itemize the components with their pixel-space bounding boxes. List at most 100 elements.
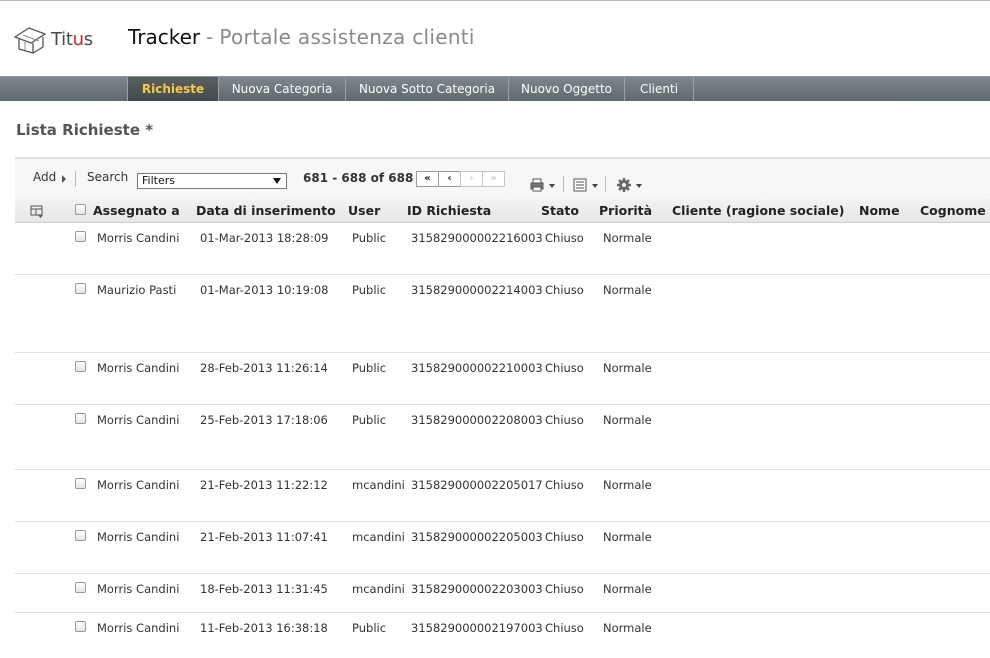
cell-priorita: Normale (603, 621, 652, 635)
list-icon[interactable] (573, 178, 587, 192)
nav-tab-nuova-sotto-categoria[interactable]: Nuova Sotto Categoria (346, 77, 509, 101)
cell-user: Public (352, 361, 387, 375)
row-checkbox[interactable] (75, 361, 86, 372)
column-header-user[interactable]: User (348, 203, 380, 218)
next-page-button[interactable]: › (460, 171, 483, 187)
app-title-separator: - (206, 25, 214, 49)
cell-stato: Chiuso (545, 231, 584, 245)
gear-icon[interactable] (616, 177, 632, 193)
column-header-id-richiesta[interactable]: ID Richiesta (407, 203, 491, 218)
cell-stato: Chiuso (545, 283, 584, 297)
toolbar-divider (75, 171, 76, 187)
cell-priorita: Normale (603, 413, 652, 427)
pagination: « ‹ › » (416, 171, 505, 187)
cell-id-richiesta[interactable]: 315829000002197003 (411, 621, 543, 635)
column-chooser-icon[interactable] (30, 204, 44, 218)
record-count: 681 - 688 of 688 (303, 171, 414, 185)
cell-user: mcandini (352, 530, 405, 544)
add-button[interactable]: Add (33, 170, 56, 184)
cell-id-richiesta[interactable]: 315829000002214003 (411, 283, 543, 297)
cell-assegnato: Morris Candini (97, 582, 180, 596)
nav-tab-nuovo-oggetto[interactable]: Nuovo Oggetto (509, 77, 625, 101)
cell-data: 25-Feb-2013 17:18:06 (200, 413, 328, 427)
column-header-cognome[interactable]: Cognome (920, 203, 986, 218)
column-header-data[interactable]: Data di inserimento (196, 203, 336, 218)
cell-assegnato: Morris Candini (97, 530, 180, 544)
cell-assegnato: Morris Candini (97, 361, 180, 375)
prev-page-button[interactable]: ‹ (438, 171, 461, 187)
print-icon[interactable] (530, 178, 544, 192)
cell-stato: Chiuso (545, 361, 584, 375)
nav-tab-clienti[interactable]: Clienti (625, 77, 694, 101)
row-checkbox[interactable] (75, 231, 86, 242)
table-row[interactable]: Maurizio Pasti 01-Mar-2013 10:19:08 Publ… (15, 275, 990, 353)
cell-stato: Chiuso (545, 530, 584, 544)
cell-id-richiesta[interactable]: 315829000002208003 (411, 413, 543, 427)
cell-user: Public (352, 231, 387, 245)
cell-id-richiesta[interactable]: 315829000002203003 (411, 582, 543, 596)
cell-priorita: Normale (603, 478, 652, 492)
filters-select-value: Filters (142, 174, 175, 187)
app-name: Tracker (128, 25, 201, 49)
nav-tab-richieste[interactable]: Richieste (127, 77, 219, 101)
search-button[interactable]: Search (87, 170, 128, 184)
table-row[interactable]: Morris Candini 28-Feb-2013 11:26:14 Publ… (15, 353, 990, 405)
toolbar-divider (605, 176, 606, 192)
header: Titus Tracker - Portale assistenza clienti (0, 1, 990, 76)
logo-house-icon (13, 27, 47, 54)
cell-user: mcandini (352, 478, 405, 492)
nav-tab-nuova-categoria[interactable]: Nuova Categoria (219, 77, 346, 101)
column-header-cliente[interactable]: Cliente (ragione sociale) (672, 203, 844, 218)
logo-text: Titus (51, 28, 93, 50)
cell-data: 11-Feb-2013 16:38:18 (200, 621, 328, 635)
first-page-button[interactable]: « (416, 171, 439, 187)
cell-user: Public (352, 283, 387, 297)
table-row[interactable]: Morris Candini 18-Feb-2013 11:31:45 mcan… (15, 574, 990, 613)
list-dropdown-icon[interactable] (592, 184, 598, 188)
last-page-button[interactable]: » (482, 171, 505, 187)
table-row[interactable]: Morris Candini 21-Feb-2013 11:07:41 mcan… (15, 522, 990, 574)
app-title: Tracker - Portale assistenza clienti (128, 25, 475, 49)
cell-assegnato: Maurizio Pasti (97, 283, 177, 297)
cell-data: 21-Feb-2013 11:07:41 (200, 530, 328, 544)
row-checkbox[interactable] (75, 478, 86, 489)
table-row[interactable]: Morris Candini 11-Feb-2013 16:38:18 Publ… (15, 613, 990, 658)
cell-stato: Chiuso (545, 413, 584, 427)
app-subtitle: Portale assistenza clienti (219, 25, 475, 49)
logo[interactable]: Titus (11, 23, 111, 55)
page-title: Lista Richieste * (16, 121, 154, 139)
row-checkbox[interactable] (75, 530, 86, 541)
column-header-nome[interactable]: Nome (859, 203, 900, 218)
column-header-assegnato[interactable]: Assegnato a (93, 203, 180, 218)
column-header-stato[interactable]: Stato (541, 203, 579, 218)
table-row[interactable]: Morris Candini 01-Mar-2013 18:28:09 Publ… (15, 223, 990, 275)
cell-id-richiesta[interactable]: 315829000002216003 (411, 231, 543, 245)
print-dropdown-icon[interactable] (549, 184, 555, 188)
gear-dropdown-icon[interactable] (636, 184, 642, 188)
cell-id-richiesta[interactable]: 315829000002205003 (411, 530, 543, 544)
row-checkbox[interactable] (75, 582, 86, 593)
table-row[interactable]: Morris Candini 25-Feb-2013 17:18:06 Publ… (15, 405, 990, 470)
cell-stato: Chiuso (545, 478, 584, 492)
row-checkbox[interactable] (75, 413, 86, 424)
select-all-checkbox[interactable] (75, 204, 86, 215)
cell-priorita: Normale (603, 582, 652, 596)
cell-priorita: Normale (603, 530, 652, 544)
cell-data: 21-Feb-2013 11:22:12 (200, 478, 328, 492)
cell-user: mcandini (352, 582, 405, 596)
column-header-priorita[interactable]: Priorità (599, 203, 652, 218)
cell-assegnato: Morris Candini (97, 413, 180, 427)
row-checkbox[interactable] (75, 283, 86, 294)
table-row[interactable]: Morris Candini 21-Feb-2013 11:22:12 mcan… (15, 470, 990, 522)
cell-id-richiesta[interactable]: 315829000002205017 (411, 478, 543, 492)
cell-stato: Chiuso (545, 621, 584, 635)
cell-assegnato: Morris Candini (97, 231, 180, 245)
cell-data: 01-Mar-2013 18:28:09 (200, 231, 329, 245)
cell-priorita: Normale (603, 283, 652, 297)
row-checkbox[interactable] (75, 621, 86, 632)
filters-select[interactable]: Filters (137, 173, 287, 189)
list-toolbar: Add Search Filters 681 - 688 of 688 « ‹ … (15, 157, 990, 199)
cell-assegnato: Morris Candini (97, 621, 180, 635)
add-arrow-icon[interactable] (62, 175, 66, 183)
cell-id-richiesta[interactable]: 315829000002210003 (411, 361, 543, 375)
